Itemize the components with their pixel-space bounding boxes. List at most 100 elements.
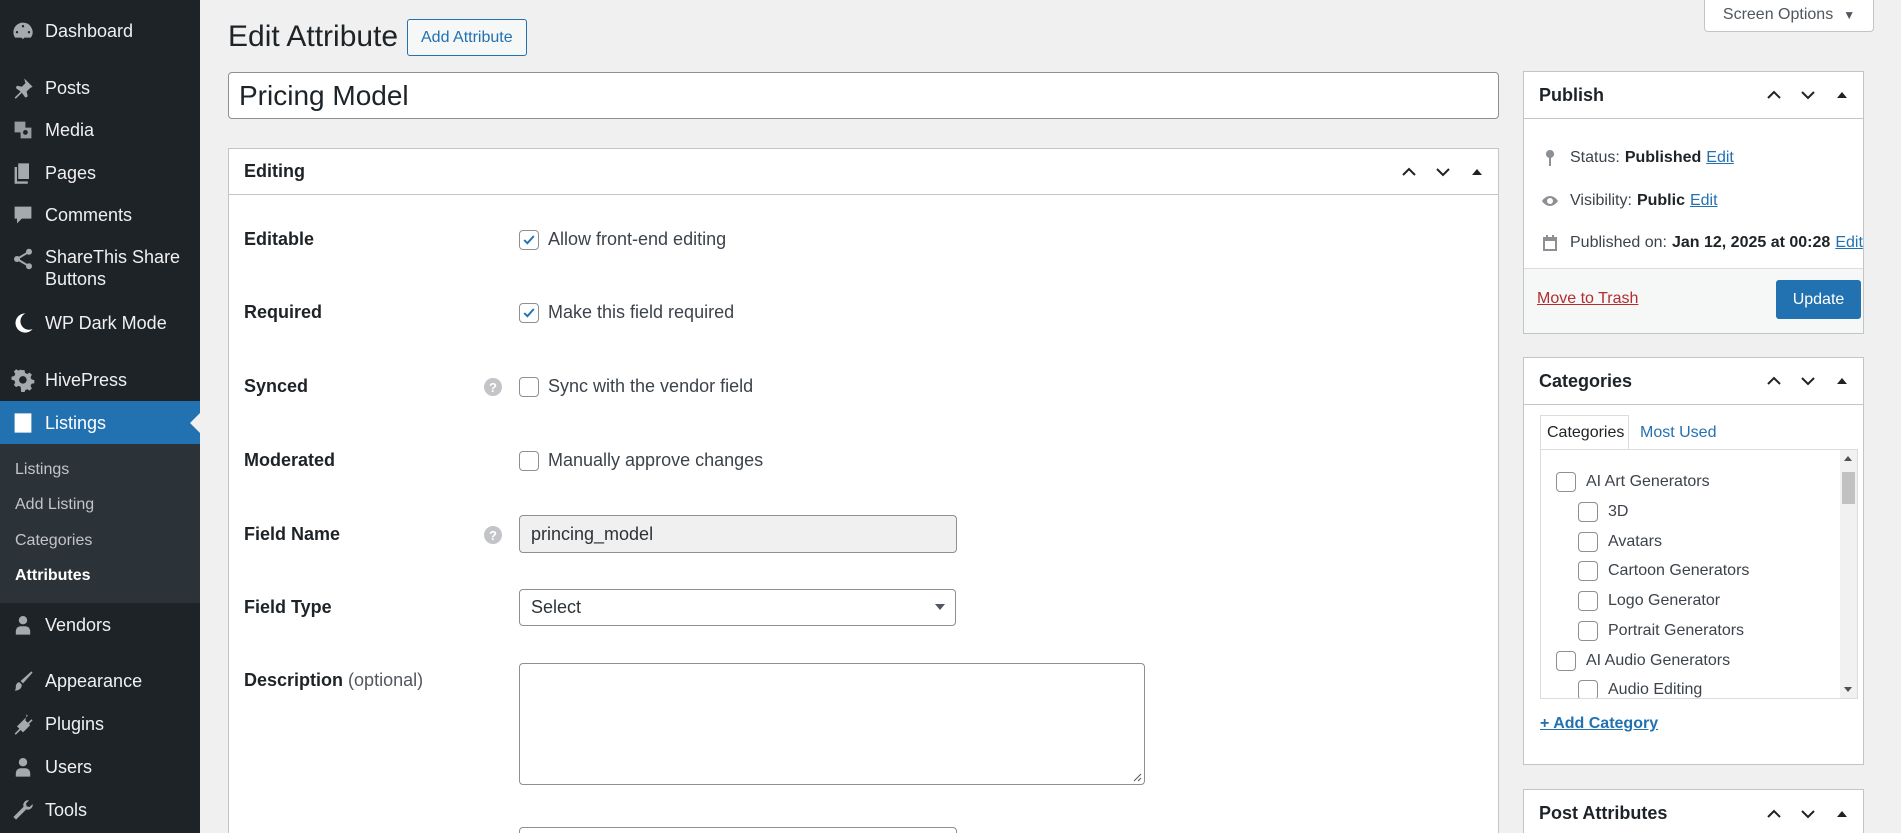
sidebar-item-wp-dark-mode[interactable]: WP Dark Mode xyxy=(0,306,200,340)
sidebar-item-appearance[interactable]: Appearance xyxy=(0,664,200,698)
sidebar-item-plugins[interactable]: Plugins xyxy=(0,707,200,741)
chevron-up-icon[interactable] xyxy=(1394,154,1424,190)
visibility-edit-link[interactable]: Edit xyxy=(1690,192,1718,210)
required-checkbox-label[interactable]: Make this field required xyxy=(548,302,734,323)
submenu-item-categories[interactable]: Categories xyxy=(15,532,92,550)
next-field-input[interactable] xyxy=(519,827,957,833)
visibility-label: Visibility: xyxy=(1570,192,1632,209)
required-label: Required xyxy=(244,302,323,322)
chevron-up-icon[interactable] xyxy=(1759,77,1789,113)
tab-most-used[interactable]: Most Used xyxy=(1634,415,1722,450)
category-label: Avatars xyxy=(1608,533,1662,550)
category-checkbox[interactable] xyxy=(1578,532,1598,552)
pin-icon xyxy=(1538,146,1562,170)
sidebar-item-comments[interactable]: Comments xyxy=(0,198,200,232)
scrollbar-thumb[interactable] xyxy=(1842,472,1855,504)
category-item[interactable]: Portrait Generators xyxy=(1578,621,1744,641)
publish-metabox-header: Publish xyxy=(1524,72,1863,119)
editable-checkbox[interactable] xyxy=(519,230,539,250)
description-textarea[interactable] xyxy=(519,663,1145,785)
editable-label: Editable xyxy=(244,229,315,249)
category-item[interactable]: Cartoon Generators xyxy=(1578,561,1749,581)
sidebar-item-media[interactable]: Media xyxy=(0,113,200,147)
editable-checkbox-label[interactable]: Allow front-end editing xyxy=(548,229,726,250)
category-item[interactable]: Audio Editing xyxy=(1578,680,1702,698)
category-item[interactable]: 3D xyxy=(1578,502,1628,522)
chevron-down-icon[interactable] xyxy=(1793,363,1823,399)
date-edit-link[interactable]: Edit xyxy=(1835,234,1863,252)
status-edit-link[interactable]: Edit xyxy=(1706,149,1734,167)
toggle-panel-icon[interactable] xyxy=(1827,796,1857,832)
update-button[interactable]: Update xyxy=(1776,280,1861,319)
category-checkbox[interactable] xyxy=(1556,472,1576,492)
field-type-label: Field Type xyxy=(244,597,332,617)
calendar-icon xyxy=(1538,231,1562,255)
scroll-down-icon[interactable] xyxy=(1844,687,1852,692)
chevron-down-icon[interactable] xyxy=(1428,154,1458,190)
category-checkbox[interactable] xyxy=(1578,680,1598,698)
sidebar-item-users[interactable]: Users xyxy=(0,750,200,784)
category-item[interactable]: AI Audio Generators xyxy=(1556,651,1730,671)
move-to-trash-link[interactable]: Move to Trash xyxy=(1537,290,1638,308)
submenu-item-listings[interactable]: Listings xyxy=(15,461,69,479)
field-name-label: Field Name xyxy=(244,524,341,544)
category-checkbox[interactable] xyxy=(1578,621,1598,641)
chevron-up-icon[interactable] xyxy=(1759,796,1789,832)
sidebar-item-label: Dashboard xyxy=(45,21,134,41)
sidebar-item-hivepress[interactable]: HivePress xyxy=(0,363,200,397)
sidebar-item-tools[interactable]: Tools xyxy=(0,793,200,827)
submenu-item-add-listing[interactable]: Add Listing xyxy=(15,496,94,514)
dropdown-arrow-icon xyxy=(935,604,945,610)
status-value: Published xyxy=(1624,149,1702,166)
add-attribute-button[interactable]: Add Attribute xyxy=(407,19,527,56)
moderated-checkbox-label[interactable]: Manually approve changes xyxy=(548,450,763,471)
tab-categories[interactable]: Categories xyxy=(1540,415,1629,450)
sidebar-item-vendors[interactable]: Vendors xyxy=(0,608,200,642)
chevron-down-icon[interactable] xyxy=(1793,796,1823,832)
published-date-row: Published on: Jan 12, 2025 at 00:28 Edit xyxy=(1538,231,1863,255)
synced-checkbox[interactable] xyxy=(519,377,539,397)
sidebar-item-label: Posts xyxy=(45,78,91,98)
sidebar-item-listings[interactable]: Listings xyxy=(0,401,200,444)
category-item[interactable]: Avatars xyxy=(1578,532,1662,552)
help-icon[interactable]: ? xyxy=(484,526,502,544)
submenu-item-attributes[interactable]: Attributes xyxy=(15,567,91,585)
toggle-panel-icon[interactable] xyxy=(1462,154,1492,190)
sidebar-item-label: ShareThis Share Buttons xyxy=(45,247,181,289)
category-checkbox[interactable] xyxy=(1578,502,1598,522)
sidebar-item-label: Tools xyxy=(45,800,88,820)
chevron-up-icon[interactable] xyxy=(1759,363,1789,399)
visibility-row: Visibility: Public Edit xyxy=(1538,189,1718,213)
help-icon[interactable]: ? xyxy=(484,378,502,396)
description-label-text: Description xyxy=(244,670,344,690)
synced-checkbox-label[interactable]: Sync with the vendor field xyxy=(548,376,753,397)
post-title-input[interactable]: Pricing Model xyxy=(228,72,1499,119)
sidebar-item-label: HivePress xyxy=(45,370,128,390)
add-category-link[interactable]: + Add Category xyxy=(1540,715,1658,733)
category-checkbox[interactable] xyxy=(1578,561,1598,581)
editing-metabox-title: Editing xyxy=(244,161,305,181)
field-name-input[interactable]: princing_model xyxy=(519,515,957,553)
category-checkbox[interactable] xyxy=(1556,651,1576,671)
toggle-panel-icon[interactable] xyxy=(1827,77,1857,113)
resize-grip-icon[interactable] xyxy=(1132,772,1142,782)
chevron-down-icon[interactable] xyxy=(1793,77,1823,113)
required-checkbox[interactable] xyxy=(519,303,539,323)
caret-down-icon: ▼ xyxy=(1843,7,1856,22)
sidebar-item-label: Listings xyxy=(45,412,107,433)
category-checkbox[interactable] xyxy=(1578,591,1598,611)
category-item[interactable]: Logo Generator xyxy=(1578,591,1720,611)
toggle-panel-icon[interactable] xyxy=(1827,363,1857,399)
sidebar-item-dashboard[interactable]: Dashboard xyxy=(0,14,200,48)
category-scrollbar[interactable] xyxy=(1840,450,1857,698)
moderated-checkbox[interactable] xyxy=(519,451,539,471)
category-item[interactable]: AI Art Generators xyxy=(1556,472,1710,492)
sidebar-item-pages[interactable]: Pages xyxy=(0,156,200,190)
sidebar-item-label: Pages xyxy=(45,163,97,183)
screen-options-button[interactable]: Screen Options ▼ xyxy=(1704,0,1874,32)
sidebar-item-posts[interactable]: Posts xyxy=(0,71,200,105)
field-type-select[interactable]: Select xyxy=(519,589,956,626)
categories-metabox-title: Categories xyxy=(1539,370,1633,391)
sidebar-item-sharethis[interactable]: ShareThis Share Buttons xyxy=(0,246,200,290)
scroll-up-icon[interactable] xyxy=(1844,456,1852,461)
